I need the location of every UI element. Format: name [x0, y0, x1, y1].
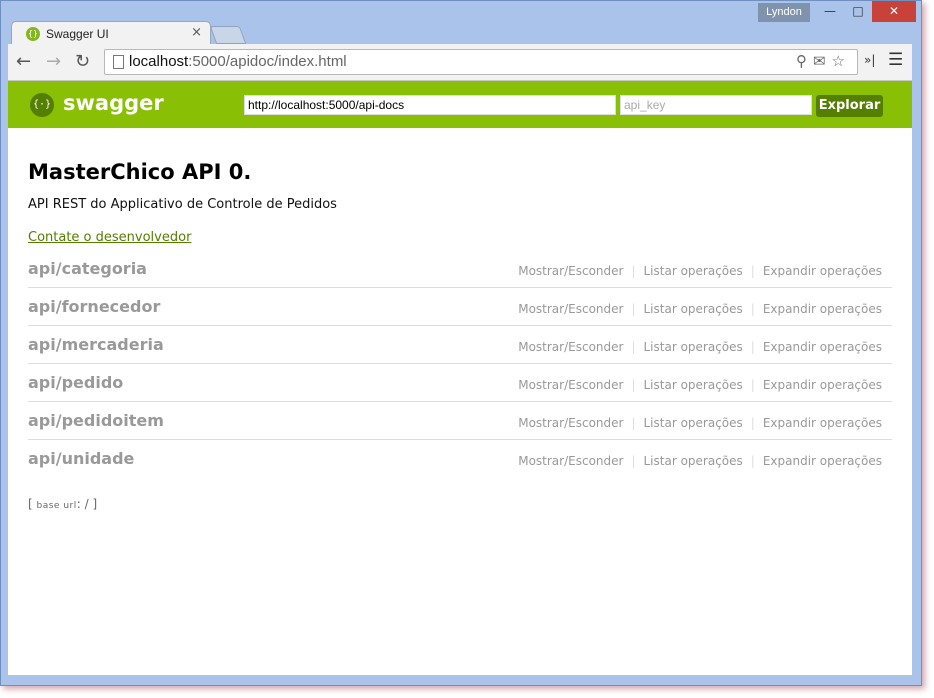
resource-operations: Mostrar/Esconder | Listar operações | Expand…: [510, 264, 882, 278]
separator: |: [631, 302, 636, 316]
separator: |: [631, 378, 636, 392]
spec-url-input[interactable]: [244, 95, 616, 115]
swagger-brand[interactable]: swagger: [63, 91, 164, 115]
extensions-overflow-icon[interactable]: »|: [864, 53, 875, 67]
forward-arrow-icon[interactable]: →: [46, 51, 61, 72]
show-hide-link[interactable]: Mostrar/Esconder: [510, 378, 631, 392]
api-key-input[interactable]: [620, 95, 812, 115]
api-title: MasterChico API 0.: [28, 160, 252, 184]
expand-operations-link[interactable]: Expandir operações: [755, 454, 882, 468]
resource-name[interactable]: api/mercaderia: [28, 335, 164, 354]
list-operations-link[interactable]: Listar operações: [636, 340, 751, 354]
list-operations-link[interactable]: Listar operações: [636, 416, 751, 430]
resource-row: api/fornecedor Mostrar/Esconder | Listar o…: [28, 288, 892, 326]
browser-tab[interactable]: {} Swagger UI ×: [11, 21, 211, 46]
minimize-button[interactable]: —: [816, 1, 844, 22]
api-description: API REST do Applicativo de Controle de P…: [28, 197, 337, 212]
close-window-button[interactable]: ✕: [872, 1, 916, 22]
back-arrow-icon[interactable]: ←: [16, 51, 31, 72]
resource-row: api/categoria Mostrar/Esconder | Listar op…: [28, 250, 892, 288]
expand-operations-link[interactable]: Expandir operações: [755, 264, 882, 278]
swagger-logo-icon: {·}: [30, 93, 54, 117]
maximize-button[interactable]: □: [844, 1, 872, 22]
omnibox-icons: ⚲✉☆: [796, 52, 851, 70]
resource-name[interactable]: api/unidade: [28, 449, 134, 468]
expand-operations-link[interactable]: Expandir operações: [755, 302, 882, 316]
resource-operations: Mostrar/Esconder | Listar operações | Expand…: [510, 416, 882, 430]
show-hide-link[interactable]: Mostrar/Esconder: [510, 454, 631, 468]
resource-name[interactable]: api/pedidoitem: [28, 411, 164, 430]
main-content: MasterChico API 0. API REST do Applicati…: [8, 128, 912, 675]
address-bar[interactable]: localhost:5000/apidoc/index.html ⚲✉☆: [104, 49, 858, 75]
star-icon[interactable]: ☆: [832, 52, 851, 70]
resource-row: api/unidade Mostrar/Esconder | Listar oper…: [28, 440, 892, 477]
contact-developer-link[interactable]: Contate o desenvolvedor: [28, 230, 191, 245]
menu-icon[interactable]: ☰: [888, 50, 903, 70]
translate-icon[interactable]: ✉: [813, 52, 832, 70]
expand-operations-link[interactable]: Expandir operações: [755, 378, 882, 392]
resource-operations: Mostrar/Esconder | Listar operações | Expand…: [510, 302, 882, 316]
resource-operations: Mostrar/Esconder | Listar operações | Expand…: [510, 454, 882, 468]
tab-close-icon[interactable]: ×: [191, 25, 202, 40]
show-hide-link[interactable]: Mostrar/Esconder: [510, 264, 631, 278]
resource-name[interactable]: api/categoria: [28, 259, 147, 278]
separator: |: [631, 416, 636, 430]
title-bar: {} Swagger UI × Lyndon — □ ✕: [1, 1, 921, 46]
show-hide-link[interactable]: Mostrar/Esconder: [510, 416, 631, 430]
expand-operations-link[interactable]: Expandir operações: [755, 416, 882, 430]
list-operations-link[interactable]: Listar operações: [636, 302, 751, 316]
separator: |: [631, 454, 636, 468]
tab-title: Swagger UI: [46, 27, 109, 41]
resource-row: api/pedidoitem Mostrar/Esconder | Listar o…: [28, 402, 892, 440]
page-icon: [113, 55, 124, 69]
resource-row: api/pedido Mostrar/Esconder | Listar opera…: [28, 364, 892, 402]
list-operations-link[interactable]: Listar operações: [636, 454, 751, 468]
list-operations-link[interactable]: Listar operações: [636, 264, 751, 278]
base-url-value: /: [84, 497, 89, 511]
resource-list: api/categoria Mostrar/Esconder | Listar op…: [28, 250, 892, 477]
base-url-label: base url: [36, 501, 77, 511]
search-icon[interactable]: ⚲: [796, 52, 813, 70]
address-url[interactable]: localhost:5000/apidoc/index.html: [129, 53, 347, 70]
resource-operations: Mostrar/Esconder | Listar operações | Expand…: [510, 378, 882, 392]
separator: |: [631, 264, 636, 278]
expand-operations-link[interactable]: Expandir operações: [755, 340, 882, 354]
list-operations-link[interactable]: Listar operações: [636, 378, 751, 392]
browser-toolbar: ← → ↻ localhost:5000/apidoc/index.html ⚲…: [8, 44, 912, 81]
swagger-header: {·} swagger Explorar: [8, 81, 912, 128]
base-url-footer: [ base url: / ]: [28, 497, 98, 511]
resource-operations: Mostrar/Esconder | Listar operações | Expand…: [510, 340, 882, 354]
explore-button[interactable]: Explorar: [816, 95, 883, 117]
new-tab-button[interactable]: [209, 26, 247, 44]
resource-name[interactable]: api/fornecedor: [28, 297, 160, 316]
show-hide-link[interactable]: Mostrar/Esconder: [510, 340, 631, 354]
separator: |: [631, 340, 636, 354]
swagger-favicon-icon: {}: [26, 27, 40, 41]
resource-name[interactable]: api/pedido: [28, 373, 123, 392]
profile-button[interactable]: Lyndon: [758, 3, 810, 22]
resource-row: api/mercaderia Mostrar/Esconder | Listar o…: [28, 326, 892, 364]
reload-icon[interactable]: ↻: [75, 51, 90, 72]
show-hide-link[interactable]: Mostrar/Esconder: [510, 302, 631, 316]
